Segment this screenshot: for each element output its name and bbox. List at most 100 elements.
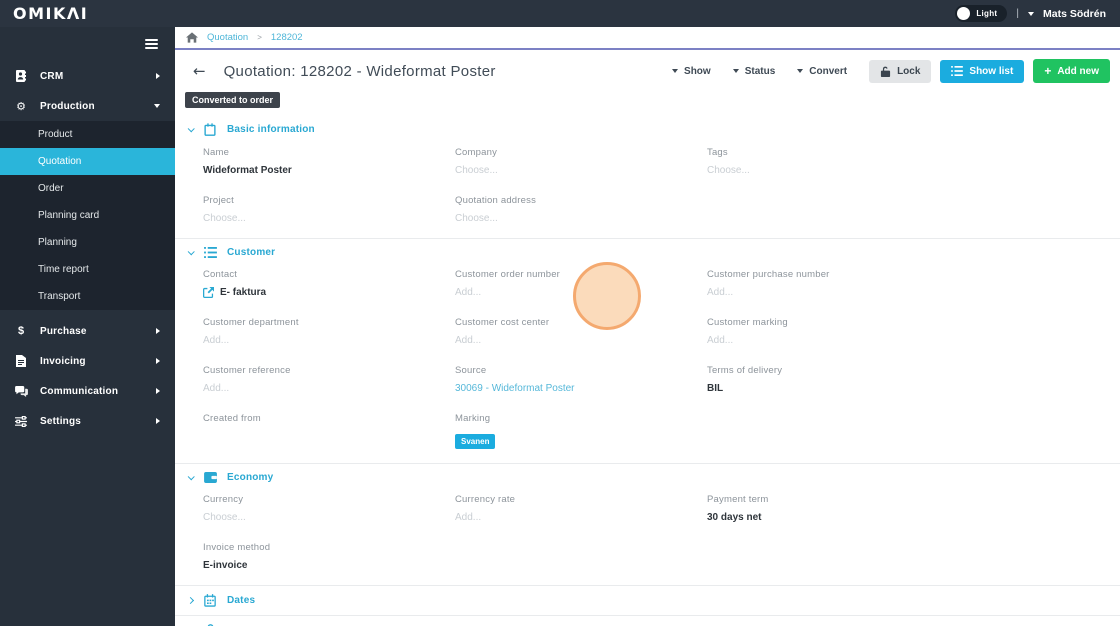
sidebar-item-label: Settings xyxy=(40,415,82,427)
chevron-down-icon xyxy=(187,473,195,481)
chevron-right-icon xyxy=(156,328,160,334)
field-value[interactable]: 30 days net xyxy=(707,512,1120,523)
lock-button[interactable]: Lock xyxy=(869,59,932,83)
sidebar-item-label: Production xyxy=(40,100,95,112)
submenu-item-order[interactable]: Order xyxy=(0,175,175,202)
breadcrumb: Quotation > 128202 xyxy=(175,27,1120,50)
chevron-right-icon xyxy=(156,418,160,424)
section-customer: Customer Contact E- faktura Customer ord… xyxy=(175,239,1120,464)
chevron-right-icon xyxy=(156,358,160,364)
sidebar-item-label: Communication xyxy=(40,385,119,397)
convert-dropdown-label: Convert xyxy=(809,65,848,77)
source-link[interactable]: 30069 - Wideformat Poster xyxy=(455,383,707,394)
field-quotation-address: Quotation address Choose... xyxy=(455,195,707,224)
sidebar-item-purchase[interactable]: $ Purchase xyxy=(0,316,175,346)
field-placeholder[interactable]: Add... xyxy=(455,335,707,346)
section-contact: Contact xyxy=(175,616,1120,626)
sidebar-item-communication[interactable]: Communication xyxy=(0,376,175,406)
field-value[interactable]: BIL xyxy=(707,383,1120,394)
section-title: Economy xyxy=(227,472,274,483)
dollar-icon: $ xyxy=(17,325,25,337)
section-title: Customer xyxy=(227,247,276,258)
back-arrow-icon[interactable]: ← xyxy=(193,63,206,79)
cogs-icon: ⚙ xyxy=(16,99,26,113)
chevron-down-icon xyxy=(187,125,195,133)
chevron-right-icon xyxy=(156,388,160,394)
marking-chip[interactable]: Svanen xyxy=(455,434,496,449)
field-placeholder[interactable]: Add... xyxy=(203,335,455,346)
section-dates: Dates xyxy=(175,586,1120,616)
add-new-button-label: Add new xyxy=(1057,65,1099,77)
user-menu-caret-icon[interactable] xyxy=(1027,11,1034,16)
field-placeholder[interactable]: Choose... xyxy=(203,512,455,523)
wallet-icon xyxy=(203,472,217,483)
sidebar-item-label: Invoicing xyxy=(40,355,86,367)
submenu-item-planning-card[interactable]: Planning card xyxy=(0,202,175,229)
section-economy: Economy Currency Choose... Currency rate… xyxy=(175,464,1120,586)
show-dropdown[interactable]: Show xyxy=(672,66,711,77)
field-placeholder[interactable]: Choose... xyxy=(455,165,707,176)
theme-toggle[interactable]: Light xyxy=(955,5,1008,22)
breadcrumb-quotation[interactable]: Quotation xyxy=(207,32,248,43)
chevron-right-icon xyxy=(186,596,195,605)
field-label: Customer reference xyxy=(203,365,291,376)
chevron-down-icon xyxy=(154,104,160,108)
main-content: Quotation > 128202 ← Quotation: 128202 -… xyxy=(175,27,1120,626)
clipboard-icon xyxy=(203,123,217,136)
field-tags: Tags Choose... xyxy=(707,147,1120,176)
field-label: Currency xyxy=(203,494,244,505)
list-icon xyxy=(203,247,217,258)
sliders-icon xyxy=(14,415,28,427)
submenu-item-transport[interactable]: Transport xyxy=(0,283,175,310)
section-header-basic-information[interactable]: Basic information xyxy=(175,115,1120,144)
section-header-economy[interactable]: Economy xyxy=(175,464,1120,491)
submenu-item-planning[interactable]: Planning xyxy=(0,229,175,256)
user-name[interactable]: Mats Södrén xyxy=(1043,8,1106,20)
sidebar-item-settings[interactable]: Settings xyxy=(0,406,175,436)
sidebar-item-label: Purchase xyxy=(40,325,87,337)
sidebar-item-production[interactable]: ⚙ Production xyxy=(0,91,175,121)
section-header-contact[interactable]: Contact xyxy=(175,616,1120,626)
submenu-item-time-report[interactable]: Time report xyxy=(0,256,175,283)
sidebar-item-crm[interactable]: CRM xyxy=(0,61,175,91)
field-placeholder[interactable]: Add... xyxy=(455,512,707,523)
field-label: Customer purchase number xyxy=(707,269,830,280)
field-placeholder[interactable]: Add... xyxy=(707,335,1120,346)
field-invoice-method: Invoice method E-invoice xyxy=(203,542,455,571)
section-header-customer[interactable]: Customer xyxy=(175,239,1120,266)
field-terms-of-delivery: Terms of delivery BIL xyxy=(707,365,1120,394)
field-project: Project Choose... xyxy=(203,195,455,224)
field-company: Company Choose... xyxy=(455,147,707,176)
chevron-right-icon xyxy=(156,73,160,79)
open-padlock-icon xyxy=(880,66,891,77)
field-placeholder[interactable]: Choose... xyxy=(707,165,1120,176)
home-icon[interactable] xyxy=(186,32,198,43)
field-placeholder[interactable]: Choose... xyxy=(455,213,707,224)
breadcrumb-separator: > xyxy=(257,33,262,42)
theme-toggle-label: Light xyxy=(976,9,998,18)
field-placeholder[interactable]: Choose... xyxy=(203,213,455,224)
field-payment-term: Payment term 30 days net xyxy=(707,494,1120,523)
sidebar-item-invoicing[interactable]: Invoicing xyxy=(0,346,175,376)
hamburger-menu-icon[interactable] xyxy=(145,39,158,49)
submenu-item-quotation[interactable]: Quotation xyxy=(0,148,175,175)
section-header-dates[interactable]: Dates xyxy=(175,586,1120,615)
top-bar: OMIKΛI Light | Mats Södrén xyxy=(0,0,1120,27)
field-placeholder[interactable]: Add... xyxy=(455,287,707,298)
submenu-item-product[interactable]: Product xyxy=(0,121,175,148)
field-value[interactable]: E-invoice xyxy=(203,560,455,571)
add-new-button[interactable]: + Add new xyxy=(1033,59,1110,83)
breadcrumb-id[interactable]: 128202 xyxy=(271,32,303,43)
field-placeholder[interactable]: Add... xyxy=(707,287,1120,298)
convert-dropdown[interactable]: Convert xyxy=(797,66,847,77)
field-value[interactable]: Wideformat Poster xyxy=(203,165,455,176)
field-currency-rate: Currency rate Add... xyxy=(455,494,707,523)
field-customer-reference: Customer reference Add... xyxy=(203,365,455,394)
field-label: Customer department xyxy=(203,317,299,328)
show-list-button[interactable]: Show list xyxy=(940,59,1025,83)
sidebar: CRM ⚙ Production Product Quotation Order… xyxy=(0,27,175,626)
status-dropdown[interactable]: Status xyxy=(732,66,775,77)
edit-external-link-icon[interactable] xyxy=(203,287,214,298)
field-placeholder[interactable]: Add... xyxy=(203,383,455,394)
field-value[interactable]: E- faktura xyxy=(220,287,266,298)
